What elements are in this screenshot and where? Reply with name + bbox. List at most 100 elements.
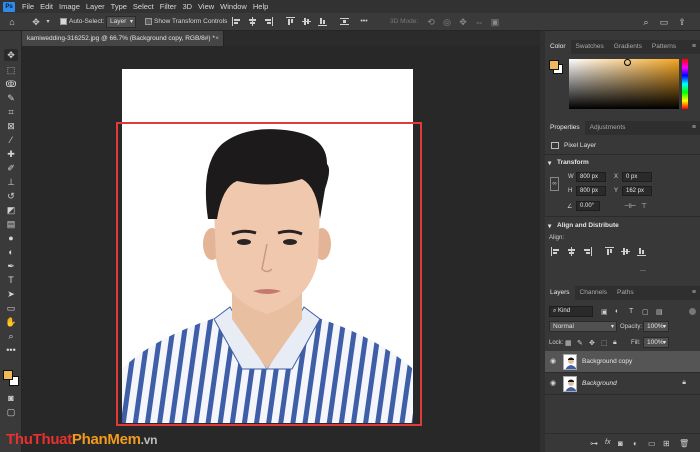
lock-transparent-icon[interactable]: ▦ (565, 339, 572, 347)
fill-field[interactable]: 100% (643, 337, 669, 348)
filter-smart-object-icon[interactable]: ▤ (656, 308, 663, 316)
opacity-field[interactable]: 100% (643, 321, 669, 332)
tab-paths[interactable]: Paths (612, 286, 639, 300)
crop-tool-icon[interactable]: ⌗ (4, 106, 18, 118)
layer-row[interactable]: ◉ Background copy (545, 351, 700, 373)
align-left-icon[interactable] (551, 247, 560, 256)
filter-pixel-icon[interactable]: ▣ (601, 308, 608, 316)
panel-menu-icon[interactable]: ≡ (692, 121, 696, 135)
trash-icon[interactable]: 🗑︎ (679, 439, 689, 448)
transform-section-chevron[interactable]: ▾ (548, 159, 551, 167)
layer-filter-kind[interactable]: ⌕ Kind (549, 306, 593, 317)
align-center-h-icon[interactable] (248, 17, 257, 26)
group-icon[interactable]: ▭ (648, 439, 656, 448)
color-fg-swatch[interactable] (549, 60, 559, 70)
share-icon[interactable]: ⇪ (676, 16, 688, 28)
dodge-tool-icon[interactable]: ◐ (4, 246, 18, 258)
move-tool-icon[interactable]: ✥ (30, 16, 42, 28)
panel-menu-icon[interactable]: ≡ (692, 40, 696, 54)
height-field[interactable]: 800 px (576, 186, 606, 196)
lock-all-icon[interactable]: 🔒︎ (613, 339, 617, 347)
align-section-chevron[interactable]: ▾ (548, 222, 551, 230)
menu-3d[interactable]: 3D (179, 2, 195, 11)
menu-file[interactable]: File (19, 2, 37, 11)
panel-menu-icon[interactable]: ≡ (692, 286, 696, 300)
filter-adjustment-icon[interactable]: ◐ (615, 308, 619, 315)
close-icon[interactable]: × (215, 31, 219, 46)
menu-filter[interactable]: Filter (157, 2, 180, 11)
foreground-color-swatch[interactable] (3, 370, 13, 380)
tab-color[interactable]: Color (545, 40, 571, 54)
distribute-icon[interactable] (340, 17, 349, 26)
menu-layer[interactable]: Layer (83, 2, 108, 11)
filter-shape-icon[interactable]: ▢ (642, 308, 649, 316)
screen-mode-icon[interactable]: ▢ (4, 406, 18, 418)
clone-stamp-tool-icon[interactable]: ⊥ (4, 176, 18, 188)
tab-adjustments[interactable]: Adjustments (585, 121, 631, 135)
mask-icon[interactable]: ◙ (618, 439, 623, 448)
tab-swatches[interactable]: Swatches (571, 40, 609, 54)
align-bottom-icon[interactable] (637, 247, 646, 256)
menu-image[interactable]: Image (56, 2, 83, 11)
visibility-eye-icon[interactable]: ◉ (550, 380, 557, 387)
lasso-tool-icon[interactable]: ↂ (4, 78, 18, 90)
filter-type-icon[interactable]: T (629, 308, 633, 315)
align-left-icon[interactable] (232, 17, 241, 26)
tab-properties[interactable]: Properties (545, 121, 585, 135)
hand-tool-icon[interactable]: ✋ (4, 316, 18, 328)
more-align-options[interactable]: ... (640, 266, 646, 273)
align-middle-v-icon[interactable] (302, 17, 311, 26)
search-icon[interactable]: ⌕ (640, 16, 652, 28)
menu-view[interactable]: View (195, 2, 217, 11)
menu-window[interactable]: Window (217, 2, 250, 11)
menu-type[interactable]: Type (108, 2, 130, 11)
healing-brush-tool-icon[interactable]: ✚ (4, 148, 18, 160)
y-field[interactable]: 162 px (622, 186, 652, 196)
align-center-h-icon[interactable] (567, 247, 576, 256)
home-icon[interactable]: ⌂ (6, 16, 18, 28)
workspace-icon[interactable]: ▭ (658, 16, 670, 28)
pen-tool-icon[interactable]: ✒ (4, 260, 18, 272)
blur-tool-icon[interactable]: ● (4, 232, 18, 244)
brush-tool-icon[interactable]: ✐ (4, 162, 18, 174)
lock-position-icon[interactable]: ✥ (589, 339, 595, 347)
menu-select[interactable]: Select (130, 2, 157, 11)
menu-edit[interactable]: Edit (37, 2, 56, 11)
link-icon[interactable]: ⊶ (590, 439, 598, 448)
align-middle-v-icon[interactable] (621, 247, 630, 256)
color-field[interactable] (569, 59, 679, 109)
chevron-down-icon[interactable]: ▾ (42, 16, 54, 28)
move-tool-icon[interactable]: ✥ (4, 49, 18, 61)
tab-channels[interactable]: Channels (575, 286, 612, 300)
tab-gradients[interactable]: Gradients (609, 40, 647, 54)
align-bottom-icon[interactable] (318, 17, 327, 26)
auto-select-checkbox[interactable] (60, 18, 67, 25)
color-picker-handle[interactable] (624, 59, 631, 66)
width-field[interactable]: 800 px (576, 172, 606, 182)
document-tab[interactable]: kamiwedding-316252.jpg @ 66.7% (Backgrou… (22, 31, 224, 46)
gradient-tool-icon[interactable]: ▤ (4, 218, 18, 230)
quick-selection-tool-icon[interactable]: ✎ (4, 92, 18, 104)
blend-mode-dropdown[interactable]: Normal (549, 321, 617, 332)
more-tools-icon[interactable]: ••• (4, 344, 18, 356)
frame-tool-icon[interactable]: ⊠ (4, 120, 18, 132)
align-right-icon[interactable] (583, 247, 592, 256)
new-layer-icon[interactable]: ⊞ (663, 439, 670, 448)
align-top-icon[interactable] (605, 247, 614, 256)
more-options-icon[interactable]: ••• (358, 16, 370, 28)
eyedropper-tool-icon[interactable]: ⁄ (4, 134, 18, 146)
history-brush-tool-icon[interactable]: ↺ (4, 190, 18, 202)
menu-help[interactable]: Help (250, 2, 271, 11)
angle-field[interactable]: 0.00° (576, 201, 600, 211)
type-tool-icon[interactable]: T (4, 274, 18, 286)
flip-vertical-icon[interactable]: ⊤ (641, 202, 647, 210)
link-dimensions-icon[interactable]: ∞ (550, 177, 559, 191)
adjustment-icon[interactable]: ◐ (633, 439, 638, 448)
hue-slider[interactable] (682, 59, 688, 109)
lock-pixels-icon[interactable]: ✎ (577, 339, 583, 347)
fx-icon[interactable]: fx (605, 439, 610, 446)
auto-select-target-dropdown[interactable]: Layer (106, 16, 136, 28)
show-transform-checkbox[interactable] (145, 18, 152, 25)
visibility-eye-icon[interactable]: ◉ (550, 358, 557, 365)
tab-patterns[interactable]: Patterns (647, 40, 681, 54)
